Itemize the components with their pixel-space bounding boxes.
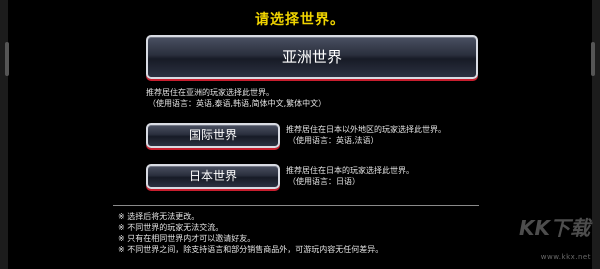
watermark-logo: KK下载	[519, 216, 590, 240]
asia-world-desc-line1: 推荐居住在亚洲的玩家选择此世界。	[146, 88, 274, 97]
asia-world-description: 推荐居住在亚洲的玩家选择此世界。 （使用语言：英语,泰语,韩语,简体中文,繁体中…	[146, 87, 326, 109]
notes-divider	[113, 205, 479, 206]
international-world-button[interactable]: 国际世界	[146, 123, 280, 148]
watermark-url: www.kkx.net	[540, 253, 591, 261]
note-item: ※ 选择后将无法更改。	[118, 212, 200, 221]
note-item: ※ 只有在相同世界内才可以邀请好友。	[118, 234, 256, 243]
right-edge-handle	[591, 42, 595, 76]
japan-world-button[interactable]: 日本世界	[146, 164, 280, 189]
page-title: 请选择世界。	[255, 12, 345, 28]
left-frame-edge	[0, 0, 9, 269]
note-item: ※ 不同世界的玩家无法交流。	[118, 223, 224, 232]
japan-world-desc-line1: 推荐居住在日本的玩家选择此世界。	[286, 166, 414, 175]
international-world-button-label: 国际世界	[188, 128, 237, 142]
left-edge-handle	[5, 42, 9, 76]
japan-world-description: 推荐居住在日本的玩家选择此世界。 （使用语言：日语）	[286, 165, 414, 187]
asia-world-button-label: 亚洲世界	[281, 48, 342, 66]
japan-world-button-label: 日本世界	[188, 169, 237, 183]
right-frame-edge	[591, 0, 600, 269]
asia-world-languages: （使用语言：英语,泰语,韩语,简体中文,繁体中文）	[148, 99, 327, 108]
international-world-languages: （使用语言：英语,法语）	[288, 136, 379, 145]
japan-world-languages: （使用语言：日语）	[288, 177, 360, 186]
asia-world-button[interactable]: 亚洲世界	[146, 35, 478, 79]
international-world-desc-line1: 推荐居住在日本以外地区的玩家选择此世界。	[286, 125, 446, 134]
notes-list: ※ 选择后将无法更改。 ※ 不同世界的玩家无法交流。 ※ 只有在相同世界内才可以…	[118, 211, 383, 255]
note-item: ※ 不同世界之间，除支持语言和部分销售商品外，可游玩内容无任何差异。	[118, 245, 384, 254]
international-world-description: 推荐居住在日本以外地区的玩家选择此世界。 （使用语言：英语,法语）	[286, 124, 446, 146]
